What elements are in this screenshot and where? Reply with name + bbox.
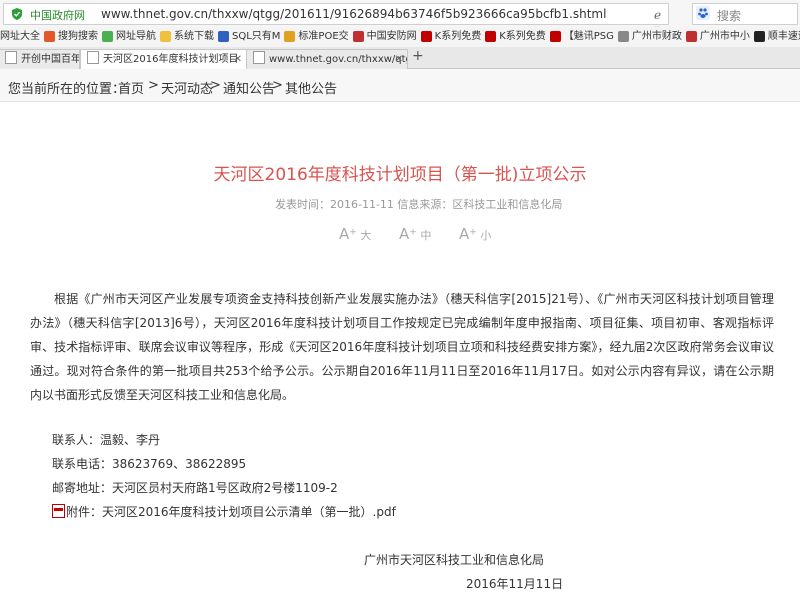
signature-date: 2016年11月11日 — [466, 577, 564, 591]
font-size-label: 大 — [360, 229, 372, 242]
font-size-medium-button[interactable]: A+ 中 — [399, 225, 431, 243]
article-meta: 发表时间：2016-11-11 信息来源：区科技工业和信息化局 — [275, 198, 563, 211]
breadcrumb-notices[interactable]: 通知公告 — [223, 78, 275, 97]
bookmark-label: 顺丰速运 — [767, 31, 800, 42]
bookmark-label: 网址导航 — [116, 31, 156, 42]
new-tab-button[interactable]: + — [412, 48, 424, 64]
bookmark-item[interactable]: K系列免费 — [485, 27, 546, 47]
pdf-icon — [52, 504, 65, 518]
bookmark-item[interactable]: 广州市中小 — [685, 27, 750, 47]
tab-2[interactable]: www.thnet.gov.cn/thxxw/qtg ✕ — [246, 49, 408, 69]
page-icon — [5, 51, 17, 64]
bookmark-icon — [352, 31, 364, 42]
bookmark-item[interactable]: 标准POE交 — [284, 27, 349, 47]
bookmark-label: 网址大全 — [0, 31, 40, 42]
signature-org: 广州市天河区科技工业和信息化局 — [364, 553, 545, 567]
bookmark-item[interactable]: 网址大全 — [0, 27, 40, 47]
font-size-large-button[interactable]: A+ 大 — [339, 225, 371, 243]
bookmark-label: K系列免费 — [434, 31, 482, 42]
bookmark-label: 【魅讯PSG — [563, 31, 614, 42]
tab-strip: 开创中国百年 天河区2016年度科技计划项目 ✕ www.thnet.gov.cn… — [0, 47, 800, 69]
breadcrumb-sep: > — [210, 78, 221, 93]
bookmark-icon — [617, 31, 629, 42]
search-engine-icon — [696, 6, 710, 20]
font-size-label: 中 — [420, 229, 432, 242]
article-title: 天河区2016年度科技计划项目（第一批)立项公示 — [213, 165, 587, 185]
tab-label: 天河区2016年度科技计划项目 — [103, 54, 239, 65]
site-label: 中国政府网 — [30, 9, 85, 22]
page-icon — [87, 51, 99, 64]
url-box[interactable]: 中国政府网 www.thnet.gov.cn/thxxw/qtgg/201611… — [3, 3, 669, 36]
bookmark-label: 广州市财政 — [631, 31, 682, 42]
bookmark-item[interactable]: 广州市财政 — [617, 27, 682, 47]
bookmark-icon — [753, 31, 765, 42]
attachment-label: 附件：天河区2016年度科技计划项目公示清单（第一批）.pdf — [66, 505, 396, 519]
font-size-small-button[interactable]: A+ 小 — [459, 225, 491, 243]
bookmark-icon — [160, 31, 171, 42]
tab-1[interactable]: 天河区2016年度科技计划项目 ✕ — [80, 49, 247, 69]
address-bar: 中国政府网 www.thnet.gov.cn/thxxw/qtgg/201611… — [0, 0, 800, 36]
bookmark-label: K系列免费 — [499, 31, 546, 42]
bookmarks-bar: 网址大全 搜狗搜索 网址导航 系统下载 SQL只有M 标准POE交 中国安防网 K系列免费 K系… — [0, 27, 800, 48]
url-text[interactable]: www.thnet.gov.cn/thxxw/qtgg/201611/91626… — [101, 7, 606, 21]
mailing-address: 邮寄地址：天河区员村天府路1号区政府2号楼1109-2 — [52, 481, 338, 495]
bookmark-icon — [485, 31, 497, 42]
breadcrumb: 您当前所在的位置： 首页 > 天河动态 > 通知公告 > 其他公告 — [0, 69, 800, 102]
bookmark-item[interactable]: 中国安防网 — [352, 27, 417, 47]
tab-0[interactable]: 开创中国百年 — [0, 49, 80, 69]
breadcrumb-other[interactable]: 其他公告 — [285, 78, 337, 97]
bookmark-label: 搜狗搜索 — [58, 31, 98, 42]
bookmark-item[interactable]: 系统下载 — [160, 27, 214, 47]
shield-icon — [12, 8, 22, 20]
bookmark-label: SQL只有M — [232, 31, 281, 42]
bookmark-icon — [102, 31, 113, 42]
bookmark-icon — [420, 31, 432, 42]
bookmark-item[interactable]: K系列免费 — [420, 27, 482, 47]
bookmark-label: 广州市中小 — [699, 31, 750, 42]
breadcrumb-prefix: 您当前所在的位置： — [8, 82, 126, 97]
font-size-label: 小 — [480, 229, 492, 242]
bookmark-icon — [549, 31, 561, 42]
bookmark-item[interactable]: 搜狗搜索 — [44, 27, 98, 47]
contact-person: 联系人：温毅、李丹 — [52, 433, 161, 447]
bookmark-icon — [685, 31, 697, 42]
bookmark-label: 标准POE交 — [298, 31, 349, 42]
search-input[interactable]: 搜索 — [717, 7, 741, 24]
bookmark-item[interactable]: 顺丰速运 — [753, 27, 800, 47]
bookmark-icon — [284, 31, 296, 42]
tab-label: www.thnet.gov.cn/thxxw/qtg — [269, 54, 408, 65]
bookmark-item[interactable]: 【魅讯PSG — [549, 27, 614, 47]
breadcrumb-sep: > — [272, 78, 283, 93]
bookmark-icon — [44, 31, 55, 42]
bookmark-icon — [218, 31, 229, 42]
close-icon[interactable]: ✕ — [234, 50, 242, 69]
breadcrumb-sep: > — [148, 78, 159, 93]
attachment-link[interactable]: 附件：天河区2016年度科技计划项目公示清单（第一批）.pdf — [52, 503, 396, 520]
article-body: 根据《广州市天河区产业发展专项资金支持科技创新产业发展实施办法》（穗天科信字[2… — [30, 292, 774, 402]
close-icon[interactable]: ✕ — [395, 50, 403, 69]
search-box[interactable]: 搜索 — [692, 3, 798, 25]
bookmark-item[interactable]: SQL只有M — [218, 27, 280, 47]
contact-phone: 联系电话：38623769、38622895 — [52, 457, 247, 471]
breadcrumb-news[interactable]: 天河动态 — [161, 78, 213, 97]
page-icon — [253, 51, 265, 64]
bookmark-label: 系统下载 — [174, 31, 214, 42]
breadcrumb-home[interactable]: 首页 — [118, 78, 144, 97]
tab-label: 开创中国百年 — [21, 54, 80, 65]
bookmark-label: 中国安防网 — [366, 31, 417, 42]
bookmark-item[interactable]: 网址导航 — [102, 27, 156, 47]
